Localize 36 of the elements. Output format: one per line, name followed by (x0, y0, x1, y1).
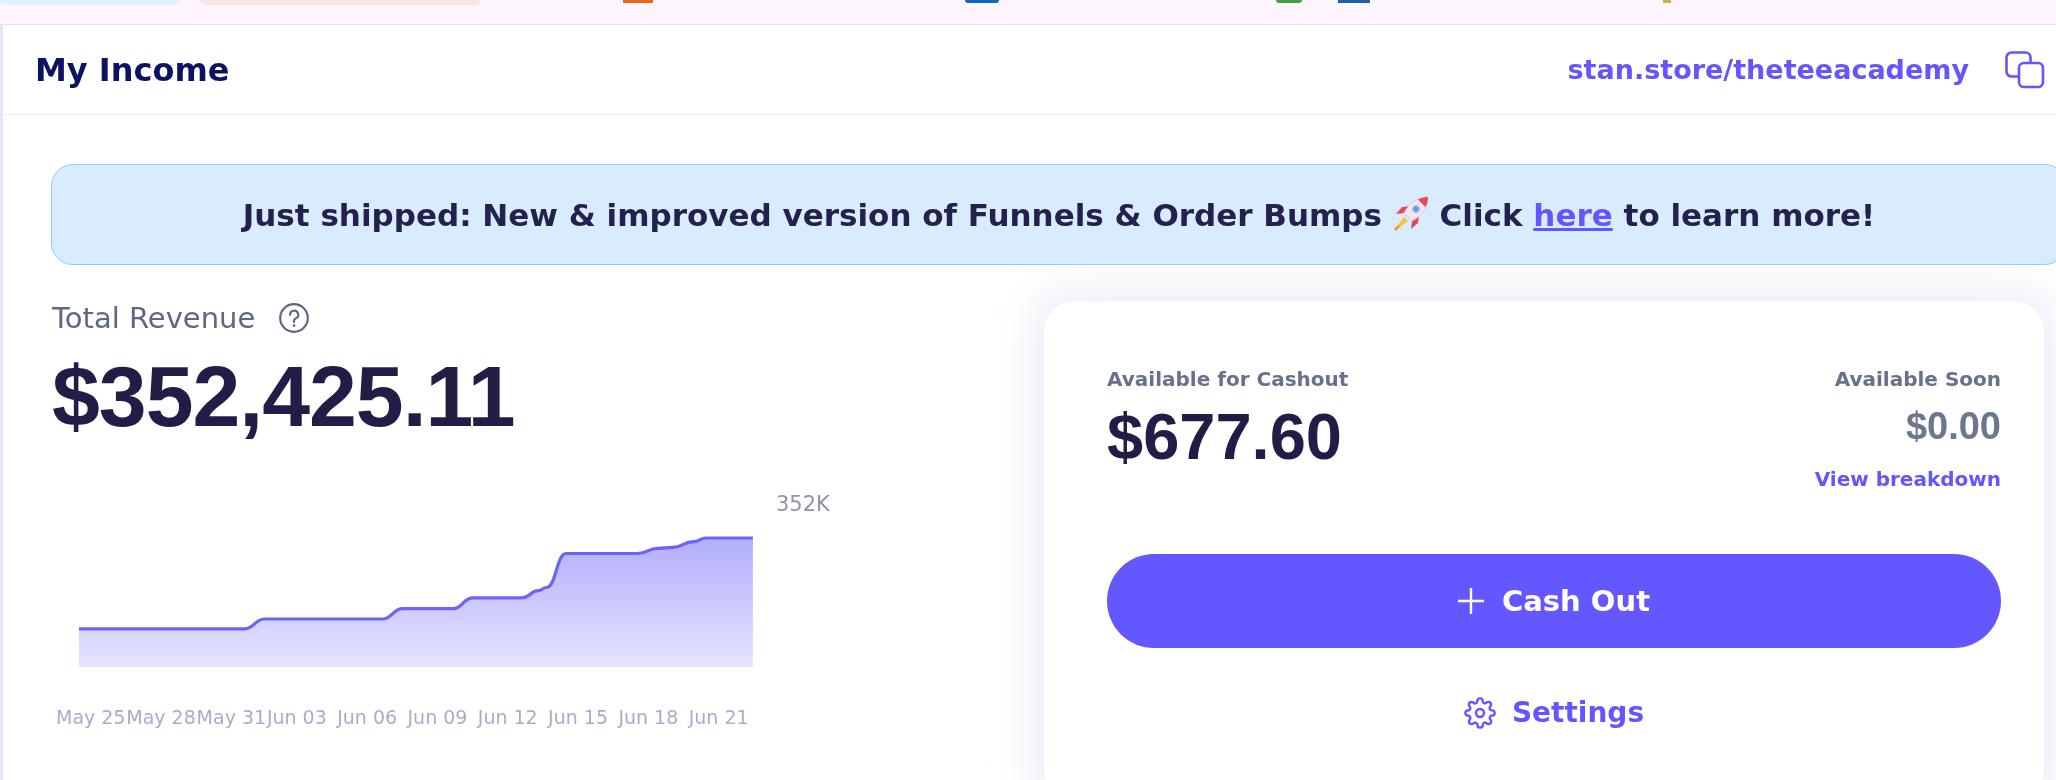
page-title: My Income (35, 49, 230, 90)
rocket-icon (1392, 195, 1429, 232)
x-axis-label: Jun 12 (477, 706, 538, 728)
cash-out-button[interactable]: Cash Out (1107, 554, 2001, 648)
revenue-label: Total Revenue (52, 301, 256, 335)
plus-icon (1458, 588, 1484, 614)
available-amount: $677.60 (1107, 404, 1342, 469)
browser-tab[interactable] (200, 0, 481, 5)
help-icon[interactable] (279, 303, 310, 333)
copy-icon[interactable] (2005, 50, 2045, 89)
x-axis-label: Jun 06 (337, 706, 398, 728)
x-axis-label: Jun 09 (407, 706, 468, 728)
tab-icon[interactable] (1276, 0, 1302, 3)
tab-icon[interactable] (965, 0, 999, 3)
settings-icon (1463, 697, 1496, 729)
x-axis-label: May 28 (126, 706, 196, 728)
announcement-text: Just shipped: New & improved version of Funnels & Order Bumps Click here to learn more! (242, 194, 1876, 235)
learn-more-link[interactable]: here (1533, 196, 1613, 233)
soon-amount: $0.00 (1905, 407, 2001, 445)
y-axis-label: 352K (776, 492, 830, 516)
revenue-amount: $352,425.11 (52, 353, 515, 439)
tab-icon[interactable] (1663, 0, 1671, 3)
tab-icon[interactable] (623, 0, 653, 3)
x-axis-label: May 31 (196, 706, 267, 728)
browser-tab[interactable] (0, 0, 180, 5)
settings-button[interactable]: Settings (1463, 696, 1645, 730)
x-axis-label: Jun 18 (618, 706, 679, 728)
available-label: Available for Cashout (1107, 367, 1349, 391)
x-axis-label: May 25 (56, 706, 126, 728)
tab-icon[interactable] (1338, 0, 1370, 3)
x-axis-label: Jun 15 (548, 706, 608, 728)
soon-label: Available Soon (1834, 367, 2001, 391)
x-axis-label: Jun 03 (266, 706, 327, 728)
store-link[interactable]: stan.store/theteeacademy (1567, 51, 1969, 88)
x-axis-label: Jun 21 (688, 706, 749, 728)
view-breakdown-link[interactable]: View breakdown (1814, 467, 2001, 491)
